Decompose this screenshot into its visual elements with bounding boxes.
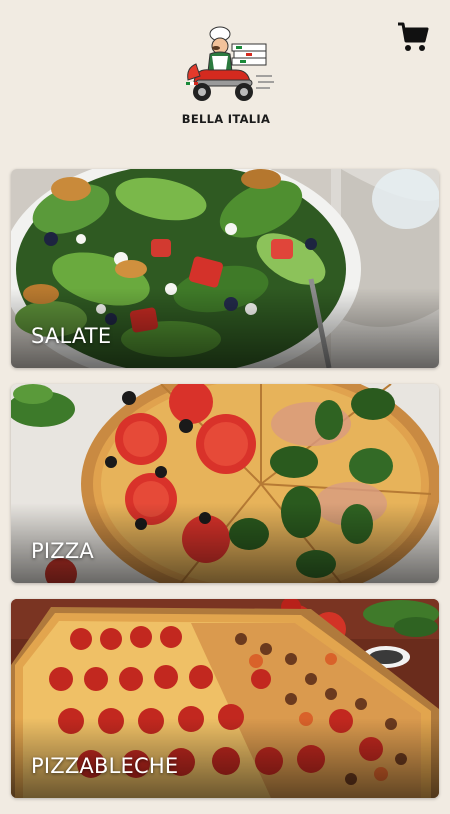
category-card-pizzableche[interactable]: PIZZABLECHE: [11, 599, 439, 798]
category-card-salate[interactable]: SALATE: [11, 169, 439, 368]
brand-name: BELLA ITALIA: [181, 112, 271, 126]
category-card-pizza[interactable]: PIZZA: [11, 384, 439, 583]
pizza-delivery-logo-icon: [186, 26, 274, 101]
category-label: PIZZA: [31, 539, 94, 563]
brand-logo: BELLA ITALIA: [176, 24, 276, 128]
cart-button[interactable]: [396, 20, 430, 54]
category-list: SALATE PIZZA PIZZABLECHE: [11, 169, 439, 814]
shopping-cart-icon: [398, 22, 429, 51]
category-label: SALATE: [31, 324, 112, 348]
app-header: BELLA ITALIA: [0, 0, 450, 160]
category-label: PIZZABLECHE: [31, 754, 179, 778]
